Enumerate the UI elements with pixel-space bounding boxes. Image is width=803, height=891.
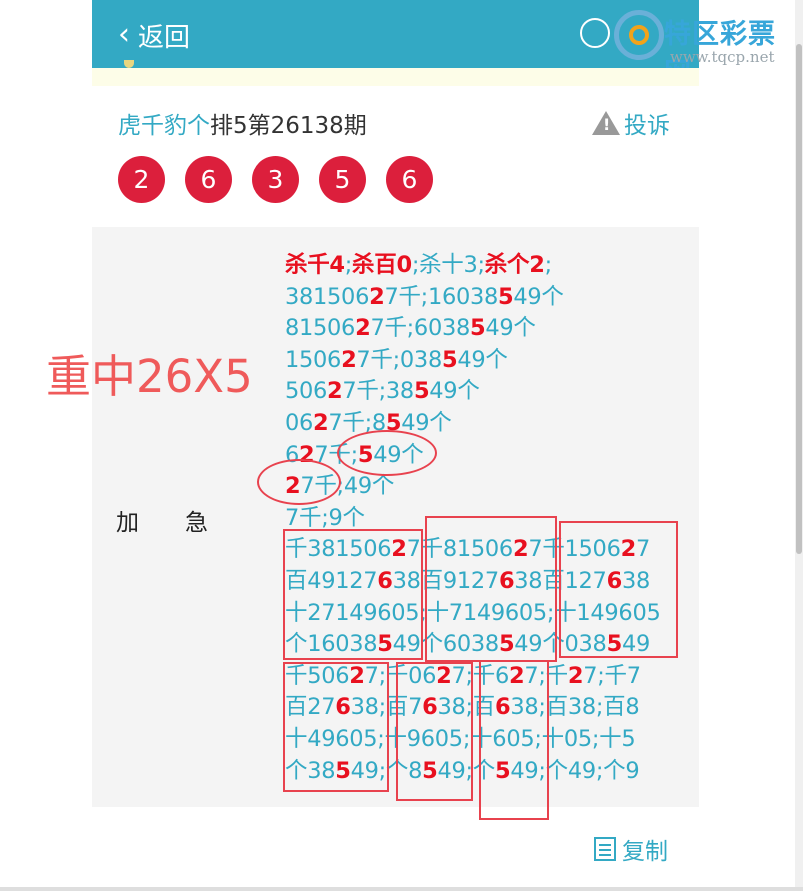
post-title: 排5第26138期: [210, 113, 367, 139]
bottom-divider: [0, 887, 803, 891]
prediction-line: 杀千4;杀百0;杀十3;杀个2;: [285, 250, 660, 282]
prediction-segment: 7千;16038: [384, 283, 499, 310]
complain-button[interactable]: ! 投诉: [592, 106, 670, 140]
warning-icon: !: [592, 111, 620, 135]
prediction-line: 0627千;8549个: [285, 408, 660, 440]
back-button[interactable]: ‹ 返回: [118, 17, 191, 53]
prediction-segment: ;: [544, 252, 553, 278]
highlight-digit: 5: [498, 283, 514, 310]
annotation-box: [283, 529, 423, 660]
lottery-ball: 3: [252, 156, 299, 203]
prediction-segment: 1506: [285, 346, 342, 373]
lottery-ball: 6: [185, 156, 232, 203]
annotation-box: [479, 660, 549, 820]
complain-label: 投诉: [624, 113, 670, 139]
highlight-digit: 5: [441, 346, 458, 373]
annotation-text: 重中26X5: [46, 350, 253, 403]
prediction-segment: 49个: [513, 283, 564, 310]
highlight-digit: 5: [413, 378, 430, 405]
search-icon[interactable]: [580, 18, 610, 48]
prediction-segment: 381506: [285, 283, 370, 310]
label-right: 急: [185, 510, 210, 536]
prediction-segment: 49个: [485, 315, 536, 342]
annotation-box: [559, 521, 678, 658]
annotation-ellipse: [257, 459, 341, 505]
highlight-digit: 杀百0: [352, 252, 412, 278]
prediction-segment: 7千;9个: [285, 504, 365, 531]
prediction-line: 150627千;038549个: [285, 345, 660, 377]
author-link[interactable]: 虎千豹个: [118, 113, 210, 139]
copy-button[interactable]: 复制: [594, 832, 668, 866]
prediction-line: 38150627千;16038549个: [285, 282, 660, 314]
prediction-segment: 7千;6038: [370, 315, 470, 342]
prediction-segment: 06: [285, 409, 314, 436]
prediction-line: 8150627千;6038549个: [285, 313, 660, 345]
highlight-digit: 2: [327, 378, 343, 405]
notice-strip: [92, 68, 699, 86]
site-watermark: 特区彩票网 www.tqcp.net: [612, 8, 803, 89]
annotation-box: [425, 516, 557, 662]
watermark-logo-icon: [614, 10, 664, 60]
document-icon: [594, 837, 616, 861]
prediction-segment: 506: [285, 378, 328, 405]
prediction-segment: 81506: [285, 315, 356, 342]
prediction-line: 50627千;38549个: [285, 376, 660, 408]
post-title-line: 虎千豹个排5第26138期: [118, 106, 367, 140]
prediction-segment: ;: [344, 252, 353, 278]
lottery-ball: 2: [118, 156, 165, 203]
scrollbar-thumb[interactable]: [796, 44, 802, 554]
lottery-balls: 2 6 3 5 6: [118, 156, 433, 203]
watermark-url: www.tqcp.net: [670, 48, 775, 66]
content-label: 加急: [116, 503, 210, 537]
prediction-segment: 49个: [457, 346, 508, 373]
highlight-digit: 杀千4: [285, 252, 345, 278]
copy-label: 复制: [622, 839, 668, 865]
highlight-digit: 2: [567, 662, 584, 689]
highlight-digit: 2: [355, 315, 371, 342]
annotation-box: [283, 662, 389, 792]
prediction-segment: 7;千7: [583, 662, 641, 689]
highlight-digit: 5: [470, 315, 486, 342]
prediction-segment: 7千;38: [342, 378, 414, 405]
prediction-segment: 7千;038: [356, 346, 442, 373]
annotation-box: [396, 662, 473, 801]
chevron-left-icon: ‹: [118, 17, 130, 52]
prediction-line: 27千;49个: [285, 471, 660, 503]
prediction-segment: ;杀十3;: [411, 252, 485, 278]
annotation-ellipse: [337, 430, 437, 476]
highlight-digit: 2: [369, 283, 385, 310]
lottery-ball: 6: [386, 156, 433, 203]
highlight-digit: 杀个2: [484, 252, 545, 278]
highlight-digit: 2: [313, 409, 329, 436]
highlight-digit: 2: [341, 346, 357, 373]
back-label: 返回: [138, 22, 191, 53]
lottery-ball: 5: [319, 156, 366, 203]
prediction-segment: 49个: [429, 378, 480, 405]
label-left: 加: [116, 510, 141, 536]
